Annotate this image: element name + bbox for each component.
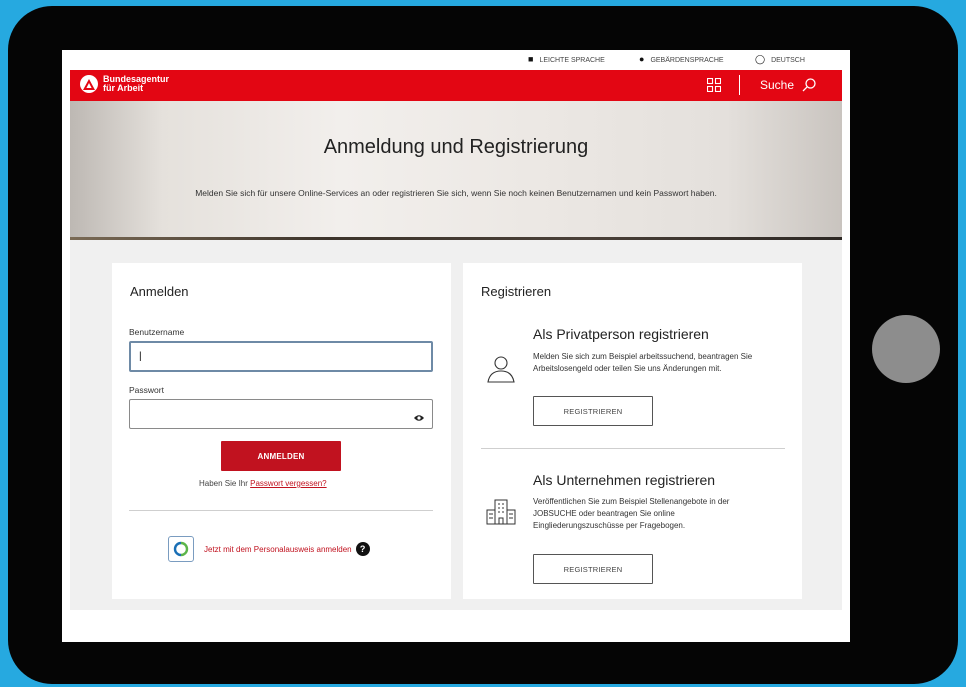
register-card: Registrieren Als Privatperson registrier… xyxy=(463,263,802,599)
sign-language-link[interactable]: ● GEBÄRDENSPRACHE xyxy=(639,54,724,64)
search-label: Suche xyxy=(760,78,795,92)
ba-logo[interactable]: Bundesagentur für Arbeit xyxy=(80,75,169,93)
browser-screen: ■ LEICHTE SPRACHE ● GEBÄRDENSPRACHE ◯ DEUTS… xyxy=(62,50,850,642)
eid-login-link[interactable]: Jetzt mit dem Personalausweis anmelden xyxy=(204,545,352,554)
phone-icon: ■ xyxy=(528,54,534,64)
main-content: Anmelden Benutzername Passwort ANMELDEN … xyxy=(70,240,842,610)
login-divider xyxy=(129,510,433,511)
private-register-button[interactable]: REGISTRIEREN xyxy=(533,396,653,426)
password-input[interactable] xyxy=(129,399,433,429)
forgot-password-link[interactable]: Passwort vergessen? xyxy=(250,479,326,488)
eid-logo-icon xyxy=(168,536,194,562)
header-divider xyxy=(739,75,740,95)
register-title: Registrieren xyxy=(481,284,552,299)
search-button[interactable]: Suche xyxy=(760,78,816,92)
show-password-icon[interactable] xyxy=(414,409,424,427)
tablet-home-button[interactable] xyxy=(872,315,940,383)
page-subtitle: Melden Sie sich für unsere Online-Servic… xyxy=(195,188,717,198)
location-icon: ● xyxy=(639,54,645,64)
help-icon[interactable]: ? xyxy=(355,542,370,556)
easy-language-link[interactable]: ■ LEICHTE SPRACHE xyxy=(528,54,605,64)
site-header: Bundesagentur für Arbeit Suche xyxy=(70,70,842,101)
login-card: Anmelden Benutzername Passwort ANMELDEN … xyxy=(112,263,451,599)
globe-icon: ◯ xyxy=(755,54,766,64)
register-divider xyxy=(481,448,785,449)
password-label: Passwort xyxy=(129,385,164,395)
login-title: Anmelden xyxy=(130,284,189,299)
building-icon xyxy=(486,499,516,530)
logo-line-2: für Arbeit xyxy=(103,83,144,93)
top-utility-bar: ■ LEICHTE SPRACHE ● GEBÄRDENSPRACHE ◯ DEUTS… xyxy=(62,50,850,70)
eid-login[interactable]: Jetzt mit dem Personalausweis anmelden ? xyxy=(168,536,370,562)
username-input[interactable] xyxy=(129,341,433,372)
username-label: Benutzername xyxy=(129,327,185,337)
company-register-desc: Veröffentlichen Sie zum Beispiel Stellen… xyxy=(533,497,730,530)
language-link[interactable]: ◯ DEUTSCH xyxy=(755,54,805,65)
person-icon xyxy=(486,355,516,388)
company-register-title: Als Unternehmen registrieren xyxy=(533,472,716,488)
page-title: Anmeldung und Registrierung xyxy=(323,136,589,158)
login-button[interactable]: ANMELDEN xyxy=(221,441,341,471)
apps-grid-icon[interactable] xyxy=(706,77,722,97)
hero-banner: Anmeldung und Registrierung Melden Sie s… xyxy=(70,101,842,240)
private-register-desc: Melden Sie sich zum Beispiel arbeitssuch… xyxy=(533,352,753,373)
search-icon xyxy=(802,78,816,92)
ba-logo-icon xyxy=(80,75,98,93)
forgot-password-text: Haben Sie Ihr Passwort vergessen? xyxy=(199,479,327,488)
private-register-title: Als Privatperson registrieren xyxy=(533,326,709,342)
company-register-button[interactable]: REGISTRIEREN xyxy=(533,554,653,584)
